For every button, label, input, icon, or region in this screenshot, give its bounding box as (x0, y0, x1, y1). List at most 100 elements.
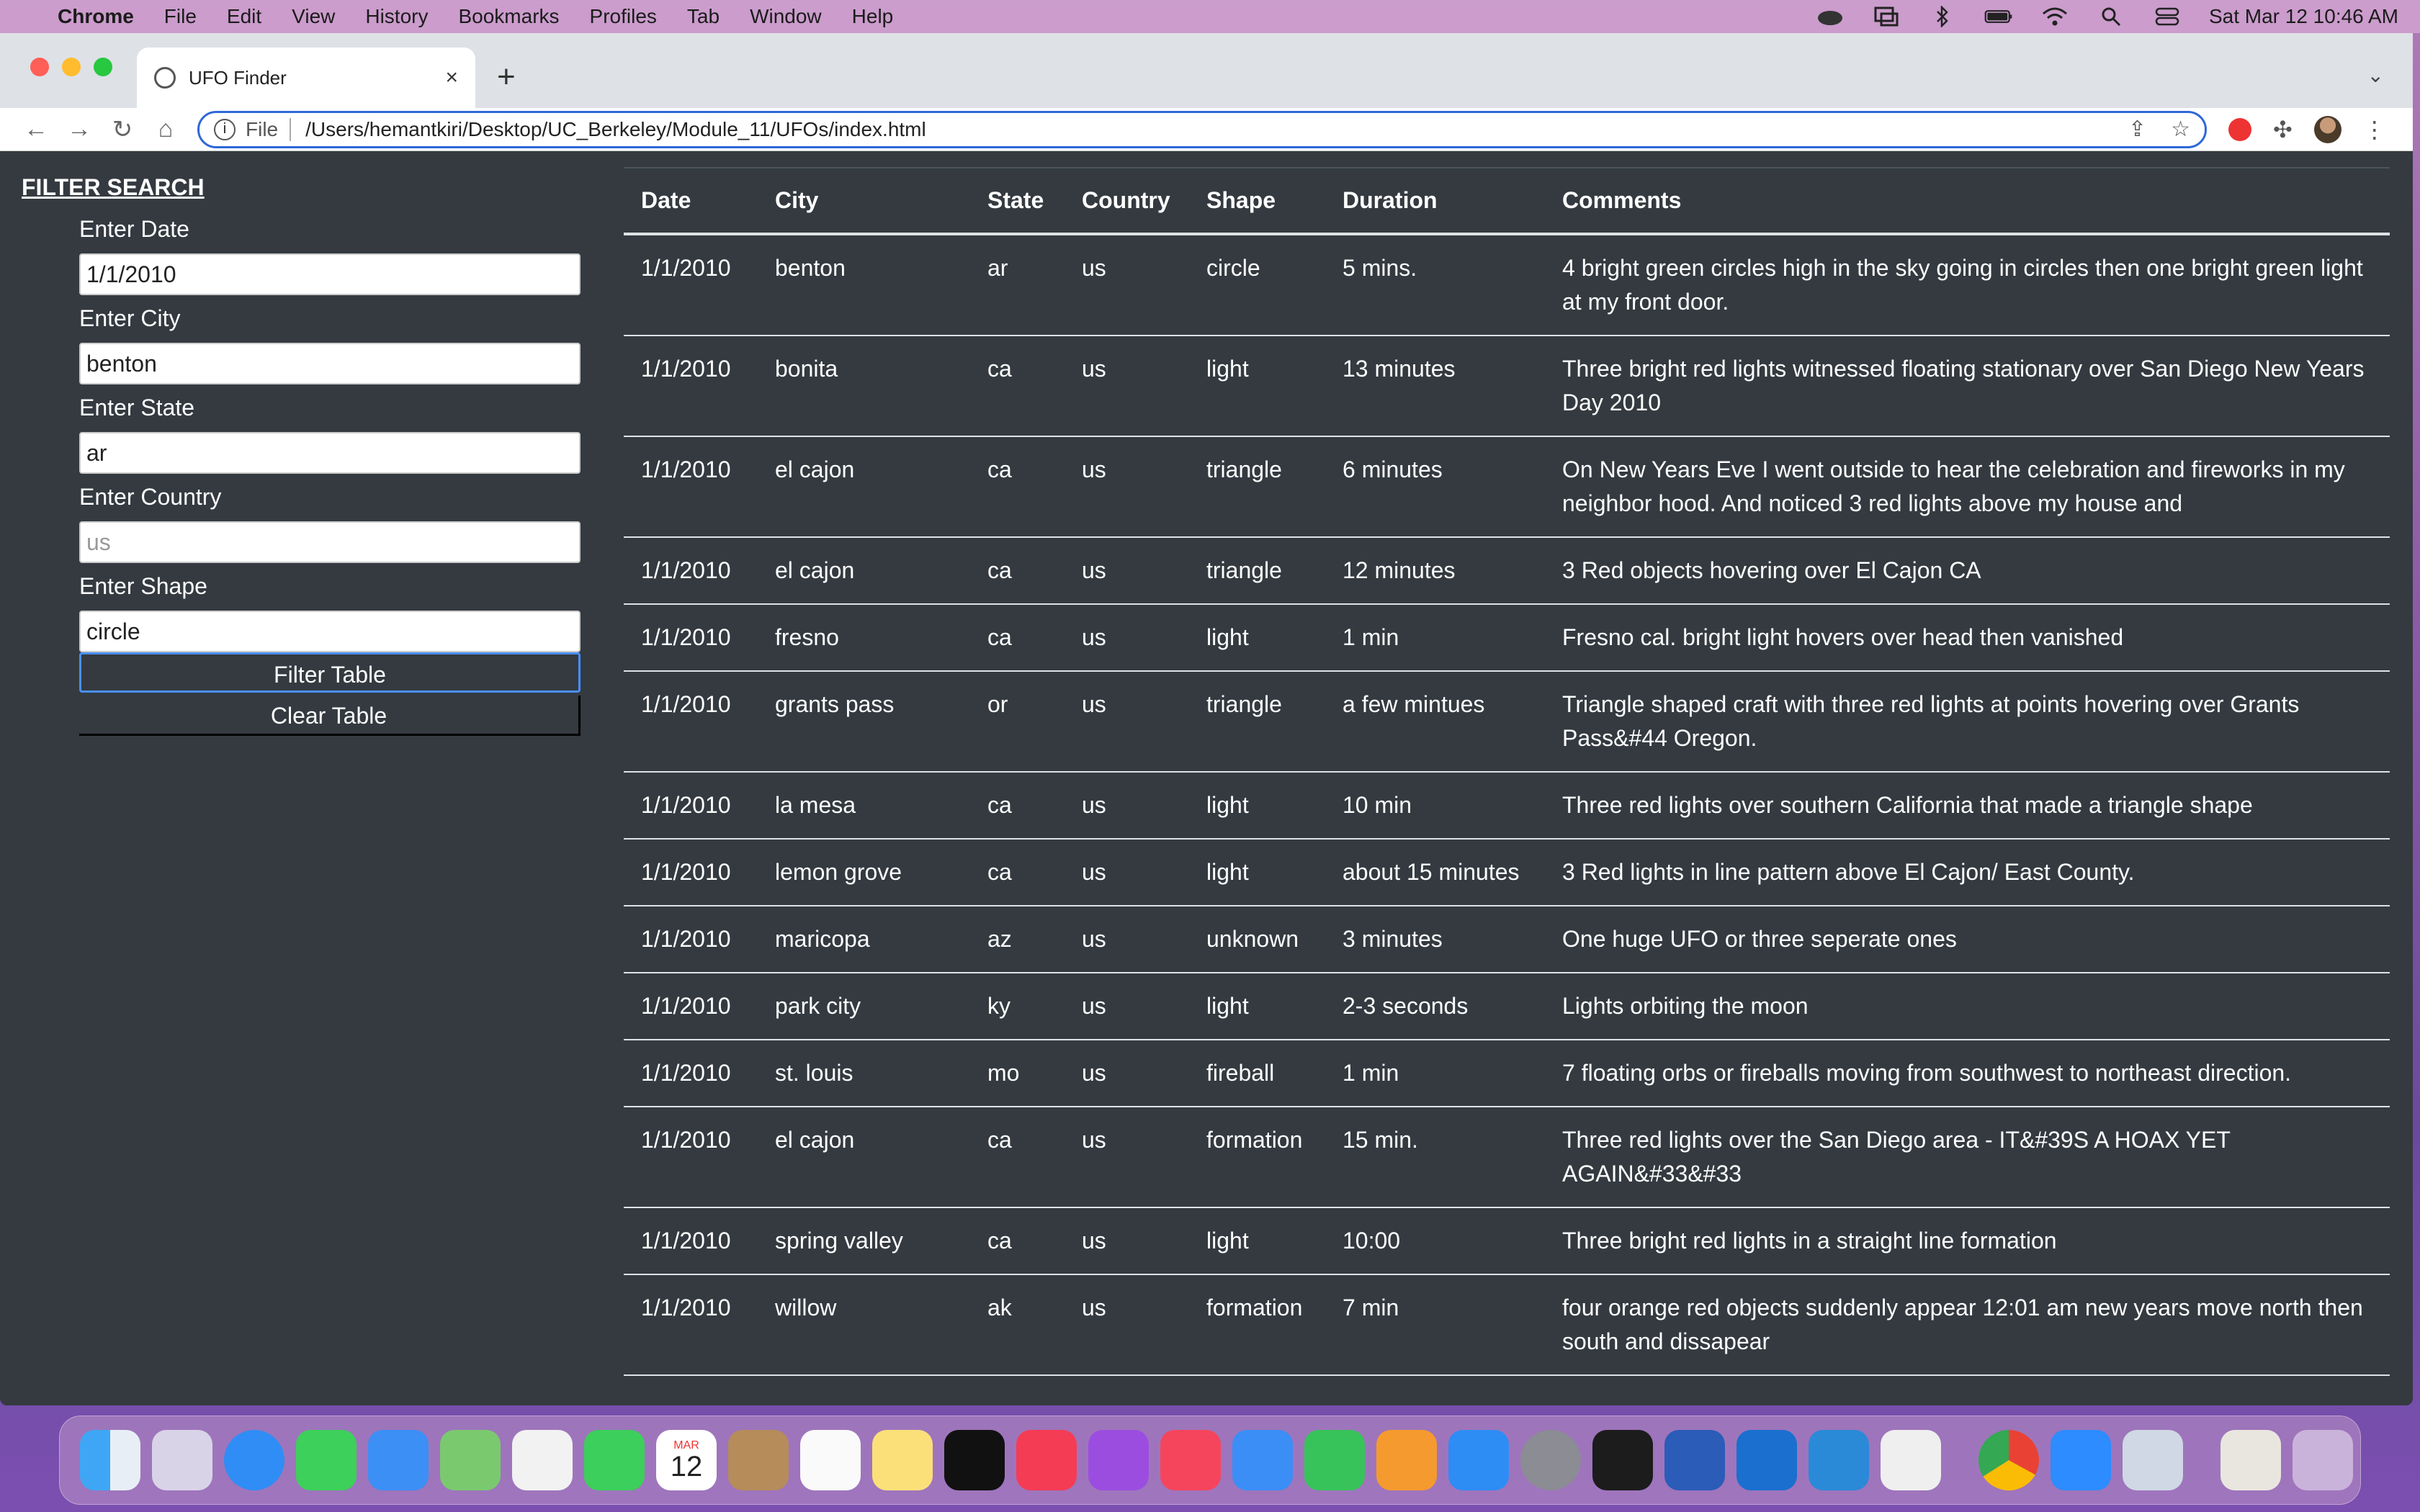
filter-table-button[interactable]: Filter Table (79, 652, 581, 693)
zoom-icon[interactable] (2051, 1430, 2111, 1490)
zoom-window-button[interactable] (94, 58, 112, 76)
music-icon[interactable] (1016, 1430, 1077, 1490)
news-icon[interactable] (1160, 1430, 1221, 1490)
photos-icon[interactable] (512, 1430, 573, 1490)
vscode-icon[interactable] (1809, 1430, 1869, 1490)
table-row: 1/1/2010 el cajon ca us triangle 12 minutes 3 … (624, 537, 2390, 605)
cell-duration: 15 min. (1325, 1107, 1545, 1208)
reload-icon[interactable]: ↻ (101, 115, 144, 144)
finder-icon[interactable] (80, 1430, 140, 1490)
browser-tab[interactable]: UFO Finder × (137, 48, 475, 108)
extension-icon[interactable] (2228, 117, 2251, 141)
creative-cloud-icon[interactable] (1816, 7, 1845, 26)
extensions-puzzle-icon[interactable]: ✣ (2273, 116, 2293, 143)
state-input[interactable] (79, 432, 581, 474)
profile-avatar[interactable] (2313, 115, 2341, 143)
pages-icon[interactable] (1376, 1430, 1437, 1490)
forward-arrow-icon[interactable]: → (58, 115, 101, 143)
macos-dock: MAR 12 (59, 1416, 2361, 1505)
cell-duration: 6 minutes (1325, 436, 1545, 538)
maps-icon[interactable] (440, 1430, 501, 1490)
menubar-clock[interactable]: Sat Mar 12 10:46 AM (2209, 5, 2398, 28)
cell-country: us (1065, 336, 1189, 437)
menu-history[interactable]: History (365, 5, 428, 28)
word-icon[interactable] (1664, 1430, 1725, 1490)
outlook-icon[interactable] (1736, 1430, 1797, 1490)
system-preferences-icon[interactable] (1520, 1430, 1581, 1490)
trash-icon[interactable] (2293, 1430, 2353, 1490)
country-input[interactable] (79, 521, 581, 563)
table-row: 1/1/2010 lemon grove ca us light about 15 min… (624, 839, 2390, 906)
contacts-icon[interactable] (728, 1430, 789, 1490)
preview-icon[interactable] (2123, 1430, 2183, 1490)
keynote-icon[interactable] (1232, 1430, 1293, 1490)
bookmark-star-icon[interactable]: ☆ (2171, 117, 2190, 142)
shape-input[interactable] (79, 611, 581, 652)
menu-profiles[interactable]: Profiles (590, 5, 657, 28)
cell-comments: Three red lights over southern Californi… (1545, 772, 2390, 840)
cell-duration: 10:00 (1325, 1207, 1545, 1275)
tv-icon[interactable] (944, 1430, 1005, 1490)
cell-city: benton (758, 234, 970, 336)
numbers-icon[interactable] (1304, 1430, 1365, 1490)
documents-icon[interactable] (2220, 1430, 2281, 1490)
cell-country: us (1065, 973, 1189, 1040)
cell-comments: Three red lights over the San Diego area… (1545, 1107, 2390, 1208)
city-input[interactable] (79, 343, 581, 384)
battery-icon[interactable] (1984, 7, 2013, 26)
share-icon[interactable]: ⇪ (2128, 117, 2146, 142)
bluetooth-icon[interactable] (1928, 6, 1957, 27)
url-text[interactable]: /Users/hemantkiri/Desktop/UC_Berkeley/Mo… (305, 118, 926, 141)
cell-city: el cajon (758, 1107, 970, 1208)
more-menu-icon[interactable]: ⋮ (2363, 116, 2386, 143)
menu-tab[interactable]: Tab (687, 5, 720, 28)
table-header-row: Date City State Country Shape Duration C… (624, 167, 2390, 235)
menu-bookmarks[interactable]: Bookmarks (458, 5, 559, 28)
date-input[interactable] (79, 253, 581, 295)
clear-table-button[interactable]: Clear Table (79, 696, 581, 736)
facetime-icon[interactable] (584, 1430, 645, 1490)
cell-state: ca (970, 336, 1065, 437)
textedit-icon[interactable] (1881, 1430, 1941, 1490)
screen-mirroring-icon[interactable] (1872, 6, 1901, 27)
messages-icon[interactable] (296, 1430, 357, 1490)
header-city: City (758, 167, 970, 235)
menu-window[interactable]: Window (750, 5, 822, 28)
safari-icon[interactable] (224, 1430, 284, 1490)
menu-help[interactable]: Help (852, 5, 894, 28)
terminal-icon[interactable] (1592, 1430, 1653, 1490)
mail-icon[interactable] (368, 1430, 429, 1490)
minimize-window-button[interactable] (62, 58, 81, 76)
menu-edit[interactable]: Edit (227, 5, 261, 28)
menu-view[interactable]: View (292, 5, 335, 28)
podcasts-icon[interactable] (1088, 1430, 1149, 1490)
chrome-icon[interactable] (1978, 1430, 2039, 1490)
close-tab-icon[interactable]: × (445, 66, 458, 90)
close-window-button[interactable] (30, 58, 49, 76)
cell-country: us (1065, 537, 1189, 605)
calendar-icon[interactable]: MAR 12 (656, 1430, 717, 1490)
cell-duration: a few mintues (1325, 671, 1545, 773)
spotlight-search-icon[interactable] (2097, 7, 2125, 27)
new-tab-icon[interactable]: + (497, 59, 516, 95)
cell-date: 1/1/2010 (624, 1040, 758, 1107)
back-arrow-icon[interactable]: ← (14, 115, 58, 143)
site-info-icon[interactable]: i (214, 118, 236, 140)
launchpad-icon[interactable] (152, 1430, 212, 1490)
menu-file[interactable]: File (164, 5, 197, 28)
wifi-icon[interactable] (2040, 7, 2069, 26)
cell-comments: On New Years Eve I went outside to hear … (1545, 436, 2390, 538)
cell-city: el cajon (758, 436, 970, 538)
reminders-icon[interactable] (800, 1430, 861, 1490)
table-row: 1/1/2010 maricopa az us unknown 3 minutes One … (624, 906, 2390, 973)
cell-duration: 12 minutes (1325, 537, 1545, 605)
cell-comments: Three bright red lights in a straight li… (1545, 1207, 2390, 1275)
control-center-icon[interactable] (2153, 7, 2182, 26)
cell-date: 1/1/2010 (624, 1274, 758, 1376)
notes-icon[interactable] (872, 1430, 933, 1490)
app-store-icon[interactable] (1448, 1430, 1509, 1490)
home-icon[interactable]: ⌂ (144, 115, 187, 143)
menu-app-name[interactable]: Chrome (58, 5, 134, 28)
address-bar[interactable]: i File /Users/hemantkiri/Desktop/UC_Berk… (197, 110, 2207, 148)
tab-search-chevron-icon[interactable]: ⌄ (2367, 63, 2384, 87)
